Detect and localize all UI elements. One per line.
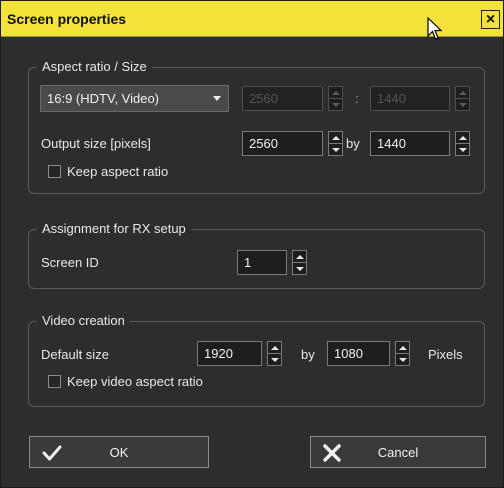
- ok-label: OK: [109, 445, 129, 460]
- close-button[interactable]: ×: [481, 10, 500, 29]
- arrow-up-icon: [458, 135, 467, 140]
- output-height-spinner[interactable]: [455, 131, 470, 156]
- output-height-up[interactable]: [456, 132, 469, 143]
- rx-setup-legend: Assignment for RX setup: [37, 221, 191, 236]
- screen-properties-dialog: Screen properties × Aspect ratio / Size …: [0, 0, 504, 488]
- arrow-up-icon: [398, 345, 407, 350]
- screen-id-label: Screen ID: [41, 255, 99, 270]
- keep-aspect-label[interactable]: Keep aspect ratio: [67, 164, 168, 179]
- arrow-down-icon: [270, 357, 279, 362]
- arrow-up-icon: [270, 345, 279, 350]
- video-width-field[interactable]: 1920: [197, 341, 262, 366]
- close-icon: ×: [485, 10, 496, 28]
- ratio-height-up: [456, 87, 469, 98]
- title-bar[interactable]: Screen properties ×: [1, 1, 503, 40]
- arrow-up-icon: [458, 90, 467, 95]
- ratio-height-field: 1440: [370, 86, 450, 111]
- screen-id-down[interactable]: [293, 262, 306, 274]
- screen-id-up[interactable]: [293, 251, 306, 262]
- default-size-label: Default size: [41, 347, 109, 362]
- video-by-label: by: [301, 347, 315, 362]
- video-width-down[interactable]: [268, 353, 281, 365]
- screen-id-spinner[interactable]: [292, 250, 307, 275]
- output-by-label: by: [346, 136, 360, 151]
- output-width-spinner[interactable]: [328, 131, 343, 156]
- mouse-pointer-icon: [427, 17, 443, 40]
- aspect-ratio-value: 16:9 (HDTV, Video): [47, 91, 160, 106]
- ratio-height-down: [456, 98, 469, 110]
- video-width-up[interactable]: [268, 342, 281, 353]
- screen-id-field[interactable]: 1: [237, 250, 287, 275]
- ok-button[interactable]: OK: [29, 436, 209, 468]
- video-height-spinner[interactable]: [395, 341, 410, 366]
- arrow-up-icon: [295, 254, 304, 259]
- ratio-width-field: 2560: [242, 86, 323, 111]
- video-height-up[interactable]: [396, 342, 409, 353]
- arrow-down-icon: [458, 102, 467, 107]
- video-height-field[interactable]: 1080: [327, 341, 390, 366]
- output-height-field[interactable]: 1440: [370, 131, 450, 156]
- output-width-down[interactable]: [329, 143, 342, 155]
- ratio-width-down: [329, 98, 342, 110]
- keep-video-aspect-checkbox[interactable]: [48, 375, 61, 388]
- ratio-height-spinner: [455, 86, 470, 111]
- keep-video-aspect-label[interactable]: Keep video aspect ratio: [67, 374, 203, 389]
- arrow-down-icon: [295, 266, 304, 271]
- aspect-ratio-legend: Aspect ratio / Size: [37, 59, 152, 74]
- output-width-up[interactable]: [329, 132, 342, 143]
- video-width-spinner[interactable]: [267, 341, 282, 366]
- ratio-separator: :: [355, 91, 359, 106]
- video-creation-legend: Video creation: [37, 313, 130, 328]
- output-size-label: Output size [pixels]: [41, 136, 151, 151]
- ratio-width-up: [329, 87, 342, 98]
- keep-aspect-checkbox[interactable]: [48, 165, 61, 178]
- output-width-field[interactable]: 2560: [242, 131, 323, 156]
- pixels-unit-label: Pixels: [428, 347, 463, 362]
- arrow-down-icon: [458, 147, 467, 152]
- ratio-width-spinner: [328, 86, 343, 111]
- cancel-label: Cancel: [377, 445, 419, 460]
- arrow-up-icon: [331, 135, 340, 140]
- arrow-down-icon: [331, 102, 340, 107]
- dialog-title: Screen properties: [7, 11, 127, 27]
- chevron-down-icon: [206, 86, 228, 111]
- output-height-down[interactable]: [456, 143, 469, 155]
- video-height-down[interactable]: [396, 353, 409, 365]
- arrow-down-icon: [398, 357, 407, 362]
- aspect-ratio-select[interactable]: 16:9 (HDTV, Video): [40, 85, 229, 112]
- arrow-down-icon: [331, 147, 340, 152]
- cancel-button[interactable]: Cancel: [310, 436, 486, 468]
- arrow-up-icon: [331, 90, 340, 95]
